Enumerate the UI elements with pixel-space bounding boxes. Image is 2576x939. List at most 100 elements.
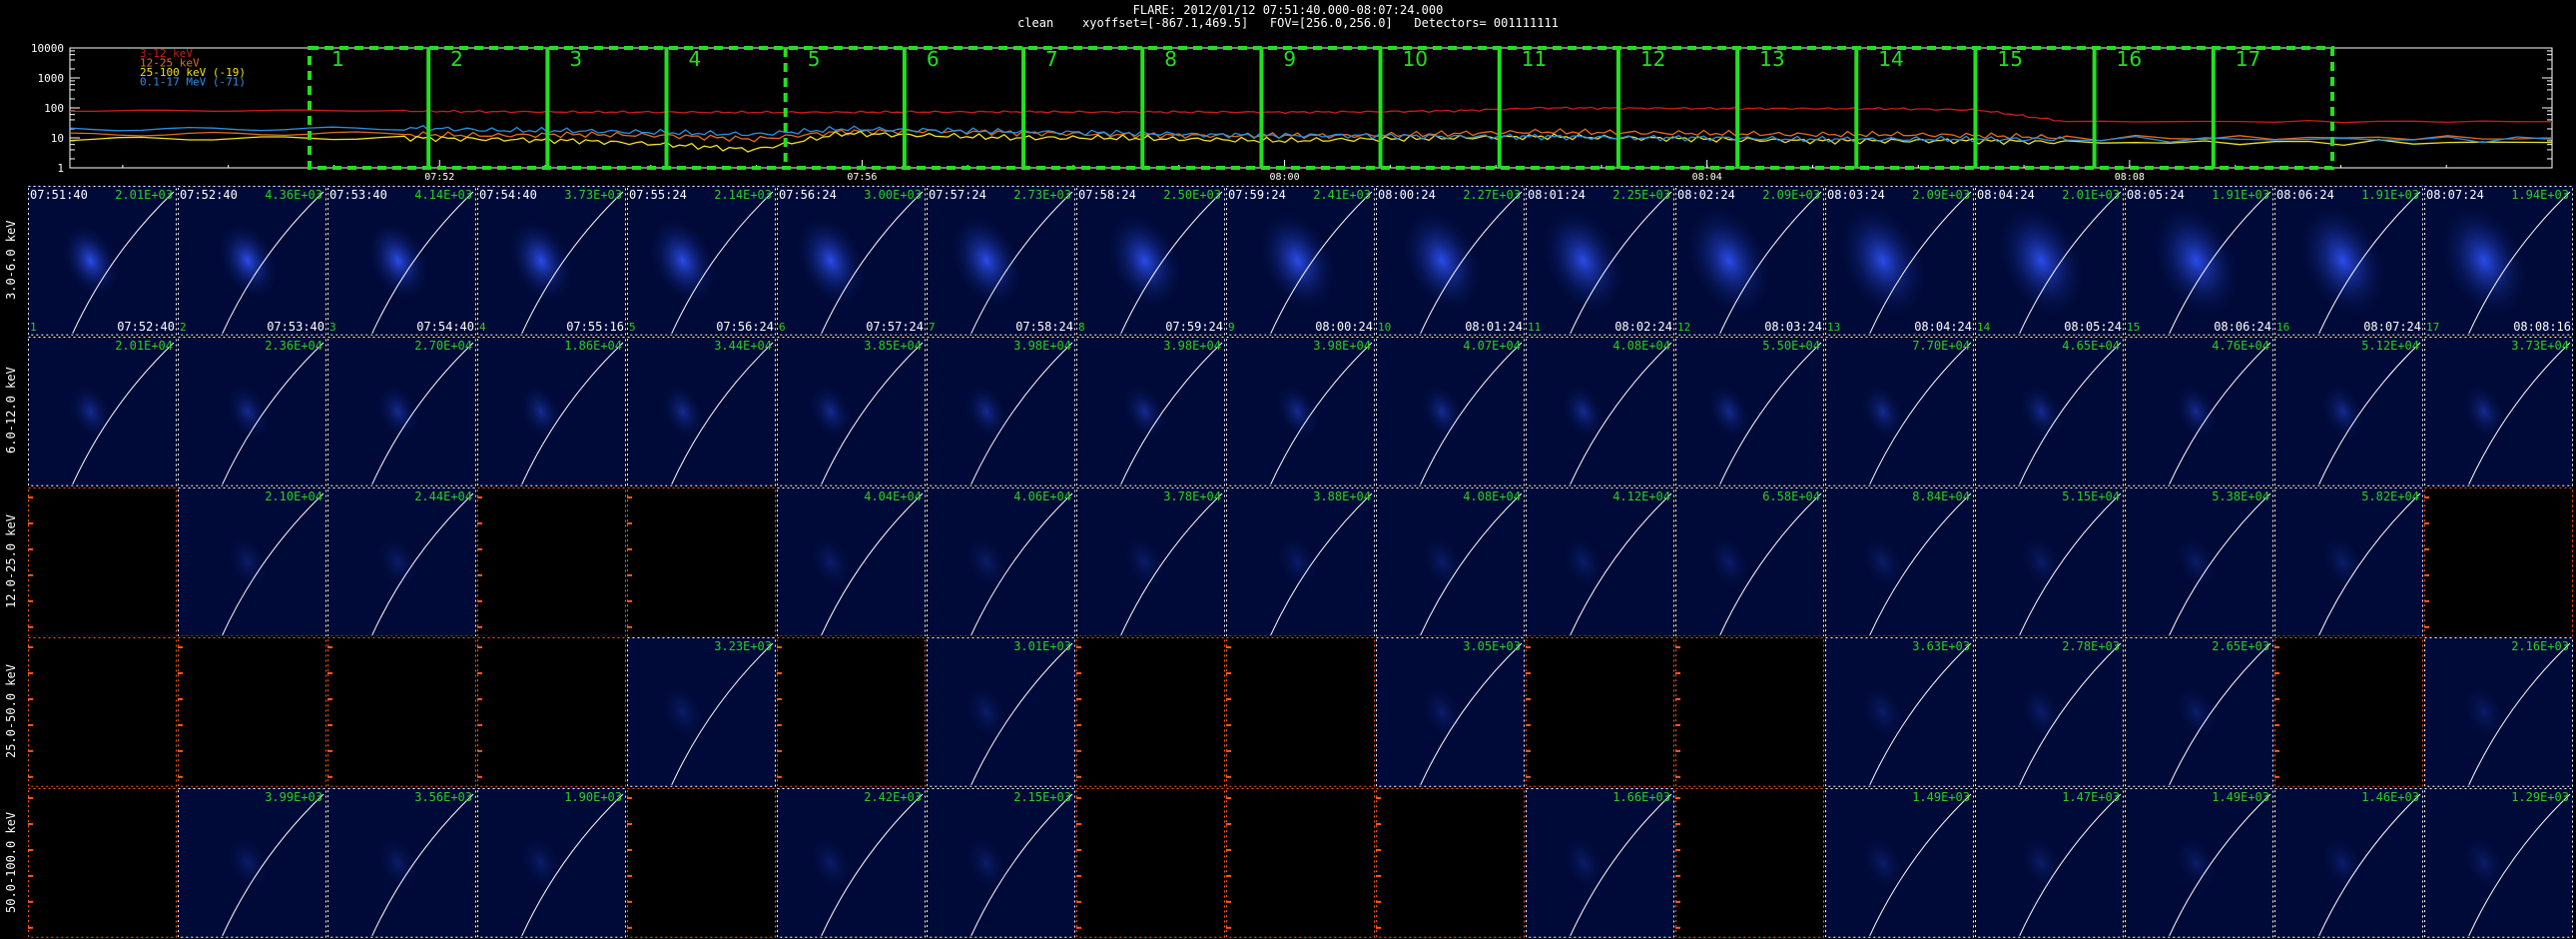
cell-frame <box>1675 637 1824 788</box>
source-emission <box>507 217 575 305</box>
cell-graphics <box>777 637 926 788</box>
cell-graphics <box>327 788 476 938</box>
source-emission <box>2173 833 2220 893</box>
peak-value: 3.73E+03 <box>564 188 622 202</box>
image-cell: 5.12E+04 <box>2274 336 2423 486</box>
image-cell <box>1675 637 1824 788</box>
image-cell <box>1226 637 1375 788</box>
source-emission <box>2296 201 2389 321</box>
cell-graphics <box>178 637 326 788</box>
cell-graphics <box>327 486 476 637</box>
cell-graphics <box>2125 637 2273 788</box>
source-emission <box>964 682 1010 742</box>
cell-graphics <box>1226 637 1375 788</box>
image-cell: 1.91E+03 08:05:24 08:06:24 15 <box>2125 186 2273 336</box>
image-cell: 1.46E+03 <box>2274 788 2423 938</box>
cell-graphics <box>1376 336 1525 486</box>
cell-graphics <box>627 637 776 788</box>
interval-number: 8 <box>1164 47 1177 71</box>
image-cell: 4.08E+04 <box>1526 336 1674 486</box>
peak-value: 2.78E+03 <box>2062 639 2120 654</box>
start-time: 08:00:24 <box>1378 188 1436 202</box>
peak-value: 4.07E+04 <box>1463 338 1521 353</box>
source-emission <box>374 531 421 592</box>
cell-graphics <box>178 186 326 336</box>
cell-graphics <box>1076 186 1225 336</box>
cell-graphics <box>2274 788 2423 938</box>
cell-graphics <box>1376 788 1525 938</box>
peak-value: 3.44E+04 <box>714 338 772 353</box>
interval-index: 4 <box>479 320 486 334</box>
source-emission <box>1560 381 1607 442</box>
peak-value: 1.46E+03 <box>2361 790 2419 805</box>
source-emission <box>1121 531 1168 592</box>
interval-number: 5 <box>808 47 821 71</box>
source-emission <box>2173 531 2220 592</box>
cell-graphics <box>178 486 326 637</box>
image-cell: 3.98E+04 <box>1076 336 1225 486</box>
row-label: 50.0-100.0 keV <box>4 811 18 913</box>
image-cell <box>477 486 626 637</box>
cell-frame <box>2424 486 2573 637</box>
cell-graphics <box>2125 486 2273 637</box>
cell-graphics <box>1076 336 1225 486</box>
source-emission <box>2150 201 2243 321</box>
start-time: 07:58:24 <box>1078 188 1136 202</box>
image-cell: 2.78E+03 <box>1975 637 2124 788</box>
image-cell <box>28 788 177 938</box>
image-cell: 3.98E+04 <box>1226 336 1375 486</box>
source-emission <box>794 213 868 308</box>
peak-value: 4.76E+04 <box>2212 338 2269 353</box>
peak-value: 3.01E+03 <box>1013 639 1071 654</box>
cell-graphics <box>28 186 177 336</box>
source-emission <box>2319 381 2366 442</box>
image-cell: 5.15E+04 <box>1975 486 2124 637</box>
cell-graphics <box>2125 186 2273 336</box>
source-emission <box>1683 203 1774 319</box>
image-cell <box>1675 788 1824 938</box>
image-cell <box>1076 788 1225 938</box>
source-emission <box>365 219 431 303</box>
image-cell: 3.44E+04 <box>627 336 776 486</box>
source-emission <box>2319 833 2366 893</box>
image-cell: 5.50E+04 <box>1675 336 1824 486</box>
image-cell: 7.70E+04 <box>1825 336 1974 486</box>
source-emission <box>217 220 280 301</box>
end-time: 07:58:24 <box>1015 319 1073 334</box>
image-cell: 2.42E+03 <box>777 788 926 938</box>
source-emission <box>659 381 706 442</box>
image-cell: 3.56E+03 <box>327 788 476 938</box>
image-cell <box>627 486 776 637</box>
image-cell: 1.94E+03 08:07:24 08:08:16 17 <box>2424 186 2573 336</box>
source-emission <box>1540 205 1627 317</box>
peak-value: 4.14E+03 <box>414 188 472 202</box>
image-cell <box>327 637 476 788</box>
interval-index: 15 <box>2127 320 2141 334</box>
cell-graphics <box>1825 336 1974 486</box>
end-time: 07:57:24 <box>866 319 924 334</box>
image-cell: 2.14E+03 07:55:24 07:56:24 5 <box>627 186 776 336</box>
interval-outline <box>308 46 2334 170</box>
peak-value: 3.98E+04 <box>1163 338 1221 353</box>
image-cell: 3.05E+03 <box>1376 637 1525 788</box>
source-emission <box>1400 206 1485 315</box>
end-time: 08:06:24 <box>2214 319 2271 334</box>
source-emission <box>60 222 121 300</box>
interval-number: 10 <box>1403 47 1428 71</box>
cell-graphics <box>28 788 177 938</box>
source-emission <box>807 381 855 442</box>
peak-value: 3.73E+04 <box>2511 338 2569 353</box>
cell-graphics <box>1526 186 1674 336</box>
source-emission <box>807 833 855 893</box>
source-emission <box>2460 381 2508 442</box>
cell-graphics <box>1975 486 2124 637</box>
cell-frame <box>1076 788 1225 938</box>
cell-graphics <box>1675 486 1824 637</box>
peak-value: 2.01E+04 <box>115 338 173 353</box>
source-emission <box>2460 682 2508 742</box>
cell-graphics <box>178 336 326 486</box>
peak-value: 1.94E+03 <box>2511 188 2569 202</box>
peak-value: 2.09E+03 <box>1912 188 1970 202</box>
cell-graphics <box>2125 788 2273 938</box>
start-time: 07:51:40 <box>30 188 88 202</box>
